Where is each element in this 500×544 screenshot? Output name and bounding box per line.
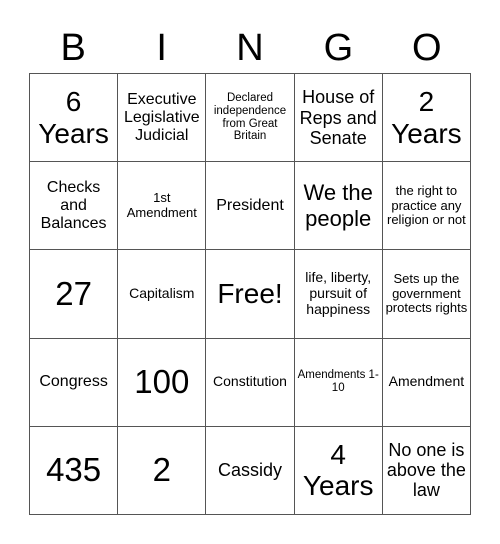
cell-text: 6 Years [38,86,109,149]
header-letter-o: O [412,27,442,69]
bingo-cell[interactable]: 2 [118,426,207,515]
bingo-cell[interactable]: Checks and Balances [30,162,119,251]
bingo-header: B I N G O [29,22,471,74]
cell-text: No one is above the law [386,440,466,501]
bingo-cell[interactable]: House of Reps and Senate [294,74,383,163]
cell-text: Constitution [213,373,287,390]
cell-text: 435 [46,450,102,488]
cell-text: Amendment [388,373,465,390]
header-letter-g: G [323,27,354,69]
cell-text: Executive Legislative Judicial [123,90,200,144]
bingo-grid: 6 Years Executive Legislative Judicial D… [29,73,471,515]
cell-text: life, liberty, pursuit of happiness [305,269,372,317]
bingo-cell[interactable]: No one is above the law [382,426,471,515]
cell-text: We the people [303,180,373,231]
bingo-cell[interactable]: the right to practice any religion or no… [382,162,471,251]
bingo-cell[interactable]: 4 Years [294,426,383,515]
header-letter-n: N [236,27,264,69]
bingo-cell[interactable]: Congress [30,338,119,427]
bingo-cell[interactable]: Executive Legislative Judicial [118,74,207,163]
cell-text: 2 [152,450,171,488]
cell-text: Capitalism [129,285,195,302]
free-space-label: Free! [217,278,283,310]
cell-text: Declared independence from Great Britain [213,91,287,143]
bingo-cell[interactable]: 1st Amendment [118,162,207,251]
cell-text: Checks and Balances [40,178,107,232]
cell-text: 2 Years [391,86,462,149]
bingo-cell[interactable]: 435 [30,426,119,515]
bingo-cell[interactable]: Capitalism [118,250,207,339]
header-letter-i: I [156,27,167,69]
bingo-cell[interactable]: life, liberty, pursuit of happiness [294,250,383,339]
cell-text: Sets up the government protects rights [385,271,468,316]
cell-text: 27 [55,274,92,312]
bingo-cell[interactable]: 2 Years [382,74,471,163]
cell-text: House of Reps and Senate [299,87,377,148]
cell-text: 100 [134,362,190,400]
bingo-cell[interactable]: Sets up the government protects rights [382,250,471,339]
bingo-cell[interactable]: Constitution [206,338,295,427]
bingo-cell[interactable]: We the people [294,162,383,251]
bingo-cell[interactable]: Amendments 1-10 [294,338,383,427]
bingo-cell[interactable]: 100 [118,338,207,427]
cell-text: Amendments 1-10 [297,369,379,395]
cell-text: Congress [39,373,108,391]
bingo-cell[interactable]: Amendment [382,338,471,427]
bingo-cell[interactable]: 27 [30,250,119,339]
cell-text: Cassidy [217,460,282,481]
cell-text: the right to practice any religion or no… [387,182,466,228]
bingo-cell[interactable]: 6 Years [30,74,119,163]
cell-text: 4 Years [302,439,374,502]
cell-text: President [216,196,284,214]
bingo-cell[interactable]: President [206,162,295,251]
cell-text: 1st Amendment [126,190,197,220]
free-space-cell[interactable]: Free! [206,250,295,339]
bingo-cell[interactable]: Cassidy [206,426,295,515]
bingo-cell[interactable]: Declared independence from Great Britain [206,74,295,163]
header-letter-b: B [60,27,86,69]
